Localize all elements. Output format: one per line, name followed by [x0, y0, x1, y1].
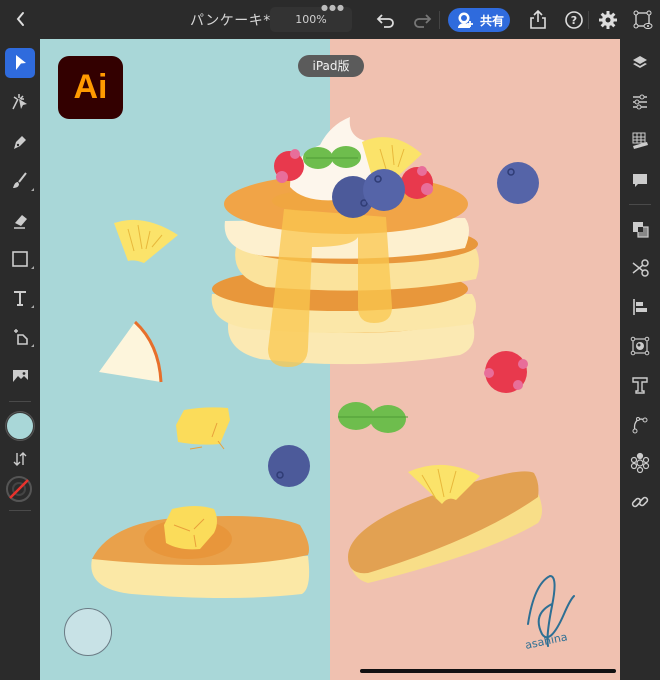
export-icon	[530, 9, 546, 29]
vectorize-button[interactable]	[628, 334, 652, 358]
no-stroke-icon	[6, 476, 32, 502]
raspberry	[484, 351, 528, 393]
stroke-color-swatch[interactable]	[5, 475, 33, 503]
pancake-with-butter	[91, 506, 310, 598]
magic-wand-icon	[12, 94, 27, 110]
more-dots-icon[interactable]: ●●●	[321, 3, 345, 12]
rectangle-tool[interactable]	[5, 244, 35, 274]
toolbar-divider	[629, 204, 651, 205]
type-icon	[14, 291, 34, 308]
selection-tool[interactable]	[5, 48, 35, 78]
illustrator-logo: Ai	[58, 56, 123, 119]
place-image-tool[interactable]	[5, 361, 35, 391]
comments-button[interactable]	[628, 168, 652, 192]
blueberry	[268, 445, 310, 487]
shape-transform-icon	[14, 329, 34, 347]
layers-button[interactable]	[628, 51, 652, 75]
cut-button[interactable]	[628, 256, 652, 280]
svg-text:?: ?	[571, 14, 577, 27]
selection-view-button[interactable]	[632, 9, 654, 31]
export-button[interactable]	[527, 9, 549, 31]
vectorize-icon	[630, 336, 650, 356]
pancake-illustration: asahina	[91, 117, 575, 652]
toolbar-divider	[9, 510, 31, 511]
svg-text:asahina: asahina	[524, 630, 569, 652]
left-toolbar	[0, 39, 40, 680]
align-icon	[633, 299, 647, 315]
fill-color-swatch[interactable]	[6, 412, 34, 440]
path-button[interactable]	[628, 412, 652, 436]
properties-icon	[633, 94, 647, 110]
right-toolbar	[620, 39, 660, 680]
repeat-button[interactable]	[628, 451, 652, 475]
home-indicator[interactable]	[360, 669, 616, 673]
radial-repeat-icon	[630, 452, 650, 474]
toolbar-divider	[9, 401, 31, 402]
scissors-icon	[632, 259, 649, 277]
toolbar-divider	[439, 11, 440, 29]
back-icon	[16, 12, 24, 26]
combine-shapes-button[interactable]	[628, 217, 652, 241]
brush-icon	[13, 172, 34, 191]
comments-icon	[633, 174, 647, 187]
pineapple-slice	[114, 219, 178, 263]
redo-icon	[414, 14, 432, 28]
type-tool[interactable]	[5, 283, 35, 313]
align-button[interactable]	[628, 295, 652, 319]
blueberry	[497, 162, 539, 204]
butter-cube	[176, 407, 230, 450]
share-button[interactable]: 共有	[448, 8, 510, 32]
blueberry	[363, 169, 405, 211]
brush-tool[interactable]	[5, 166, 35, 196]
layers-icon	[633, 56, 647, 68]
eraser-tool[interactable]	[5, 205, 35, 235]
transform-tool[interactable]	[5, 322, 35, 352]
settings-icon	[599, 11, 617, 29]
share-label: 共有	[480, 14, 505, 28]
pen-icon	[14, 136, 26, 149]
undo-button[interactable]	[375, 9, 397, 31]
undo-icon	[376, 14, 394, 28]
type-panel-button[interactable]	[628, 373, 652, 397]
floating-touch-shortcut-button[interactable]	[64, 608, 112, 656]
swap-colors-button[interactable]	[5, 444, 35, 474]
arrow-pointer-icon	[16, 55, 26, 70]
toolbar-divider	[588, 11, 589, 29]
basil-leaves	[338, 402, 408, 433]
raspberry	[401, 166, 433, 199]
selection-view-icon	[633, 10, 653, 29]
settings-button[interactable]	[597, 9, 619, 31]
direct-selection-tool[interactable]	[5, 87, 35, 117]
top-bar: パンケーキ* 100% ●●● 共有 ?	[0, 0, 660, 39]
link-button[interactable]	[628, 490, 652, 514]
back-button[interactable]	[12, 8, 30, 30]
image-icon	[13, 370, 28, 382]
share-user-icon	[458, 12, 473, 28]
pen-tool[interactable]	[5, 127, 35, 157]
swap-arrows-icon	[13, 452, 27, 466]
help-button[interactable]: ?	[563, 9, 585, 31]
redo-button[interactable]	[411, 9, 433, 31]
apple-slice	[99, 320, 163, 383]
type-outline-icon	[632, 377, 648, 394]
grid-ruler-icon	[632, 132, 648, 149]
eraser-icon	[14, 215, 27, 229]
help-icon: ?	[565, 11, 583, 29]
combine-shapes-icon	[633, 222, 649, 238]
properties-button[interactable]	[628, 90, 652, 114]
ipad-version-badge: iPad版	[298, 55, 364, 77]
grid-ruler-button[interactable]	[628, 129, 652, 153]
artboard-canvas[interactable]: asahina Ai iPad版	[40, 39, 620, 680]
rectangle-icon	[12, 251, 34, 269]
pancake-with-pineapple	[348, 464, 542, 583]
bezier-path-icon	[632, 417, 648, 434]
link-icon	[631, 496, 649, 508]
document-title[interactable]: パンケーキ*	[190, 10, 271, 30]
artist-signature: asahina	[524, 574, 575, 652]
